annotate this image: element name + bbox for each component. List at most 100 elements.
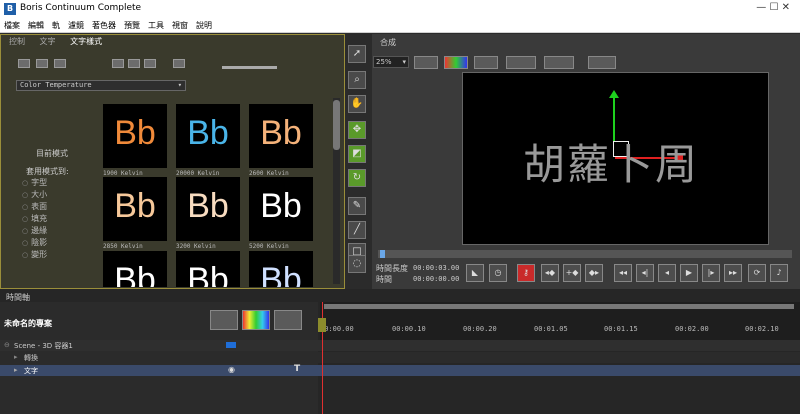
split-view-button[interactable] [588,56,616,69]
scene-clip[interactable] [320,340,800,351]
tab-text-style[interactable]: 文字樣式 [64,36,108,48]
play-icon[interactable]: ▶ [680,264,698,282]
time-label: 時間 [376,275,392,284]
scrubber-handle[interactable] [380,250,385,258]
ruler-tick: 00:00.10 [392,325,426,333]
text-clip[interactable] [320,365,800,376]
brush-icon[interactable]: ╱ [348,221,366,239]
key-icon[interactable]: ⚷ [517,264,535,282]
ruler-tick: 00:00.20 [463,325,497,333]
preset-caption: 1900 Kelvin [103,170,143,177]
add-keyframe-icon[interactable]: +◆ [563,264,581,282]
new-folder-icon[interactable] [18,59,30,68]
menu-preview[interactable]: 預覽 [120,19,144,32]
eye-icon[interactable]: ◉ [228,365,235,374]
playhead-handle[interactable] [318,318,326,332]
go-end-icon[interactable]: ▸▸ [724,264,742,282]
ruler-tick: 00:02.00 [675,325,709,333]
preset-thumbnail-label: Bb [260,187,302,225]
folder-icon[interactable] [36,59,48,68]
color-bars-button[interactable] [242,310,270,330]
time-scrubber[interactable] [378,250,792,258]
preset-thumbnail[interactable]: Bb [249,251,313,287]
preset-thumbnail[interactable]: Bb [176,251,240,287]
loop-icon[interactable]: ⟳ [748,264,766,282]
preset-thumbnail[interactable]: Bb [103,177,167,241]
scale-icon[interactable]: ◩ [348,145,366,163]
new-layer-button[interactable] [210,310,238,330]
expand-icon[interactable]: ⊖ [4,341,10,349]
step-forward-icon[interactable]: |▸ [702,264,720,282]
collapse-icon[interactable]: ▸ [14,353,18,361]
preset-thumbnail-label: Bb [114,187,156,225]
track-label: 轉換 [24,354,38,362]
work-area-bar[interactable] [324,304,794,309]
preset-thumbnail[interactable]: Bb [176,104,240,168]
prev-keyframe-icon[interactable]: ◂◆ [541,264,559,282]
timeline-view-icon[interactable]: ◣ [466,264,484,282]
select-arrow-icon[interactable]: ➚ [348,45,366,63]
camera-view-button[interactable] [544,56,574,69]
background-button[interactable] [474,56,498,69]
step-back-icon[interactable]: ◂| [636,264,654,282]
copy-preset-icon[interactable] [128,59,140,68]
paste-preset-icon[interactable] [144,59,156,68]
zoom-select[interactable]: 25% ▾ [373,56,409,68]
hand-pan-icon[interactable]: ✋ [348,95,366,113]
open-folder-icon[interactable] [274,310,302,330]
y-arrow-icon [609,90,619,98]
checkbox-icon: ○ [22,251,29,259]
window-controls[interactable]: — ☐ ✕ [756,2,790,13]
collapse-icon[interactable]: ▸ [14,366,18,374]
audio-icon[interactable]: ♪ [770,264,788,282]
safe-area-button[interactable] [506,56,536,69]
preset-thumbnail[interactable]: Bb [249,177,313,241]
preset-thumbnail[interactable]: Bb [176,177,240,241]
pen-icon[interactable]: ✎ [348,197,366,215]
apply-shadow-checkbox[interactable]: ○ 陰影 [22,237,47,248]
apply-font-checkbox[interactable]: ○ 字型 [22,177,47,188]
play-reverse-icon[interactable]: ◂ [658,264,676,282]
menu-shader[interactable]: 著色器 [88,19,120,32]
tab-composite[interactable]: 合成 [380,37,396,48]
tab-text[interactable]: 文字 [34,36,62,48]
menu-help[interactable]: 說明 [192,19,216,32]
apply-size-checkbox[interactable]: ○ 大小 [22,189,47,200]
preset-scrollbar[interactable] [333,98,340,284]
preset-thumbnail[interactable]: Bb [103,104,167,168]
zoom-magnifier-icon[interactable]: ⌕ [348,71,366,89]
quality-button[interactable] [414,56,438,69]
add-preset-icon[interactable] [112,59,124,68]
channel-rgb-button[interactable] [444,56,468,69]
apply-transform-checkbox[interactable]: ○ 變形 [22,249,47,260]
preset-caption: 5200 Kelvin [249,243,289,250]
scrollbar-thumb[interactable] [333,100,340,150]
apply-surface-checkbox[interactable]: ○ 表面 [22,201,47,212]
composite-viewer[interactable]: 胡蘿卜周 [462,72,769,245]
menu-file[interactable]: 檔案 [0,19,24,32]
track-row[interactable]: ▸ 轉換 [0,352,800,363]
text-type-icon: T [294,364,301,374]
track-label: 文字 [24,367,38,375]
preset-thumbnail[interactable]: Bb [249,104,313,168]
menu-track[interactable]: 軌 [48,19,64,32]
mask-ellipse-icon[interactable]: ◌ [348,255,366,273]
menu-filter[interactable]: 濾鏡 [64,19,88,32]
delete-preset-icon[interactable] [173,59,185,68]
preset-thumbnail[interactable]: Bb [103,251,167,287]
apply-fill-checkbox[interactable]: ○ 填充 [22,213,47,224]
tab-controls[interactable]: 控制 [3,36,31,48]
apply-edge-checkbox[interactable]: ○ 邊緣 [22,225,47,236]
menu-edit[interactable]: 編輯 [24,19,48,32]
menu-window[interactable]: 視窗 [168,19,192,32]
move-axis-icon[interactable]: ✥ [348,121,366,139]
preset-category-dropdown[interactable]: Color Temperature ▾ [16,80,186,91]
current-mode-label: 目前模式 [36,149,68,158]
thumb-size-slider[interactable] [222,66,277,69]
clock-icon[interactable]: ◷ [489,264,507,282]
rotate-icon[interactable]: ↻ [348,169,366,187]
go-start-icon[interactable]: ◂◂ [614,264,632,282]
next-keyframe-icon[interactable]: ◆▸ [585,264,603,282]
open-folder-icon[interactable] [54,59,66,68]
menu-tools[interactable]: 工具 [144,19,168,32]
